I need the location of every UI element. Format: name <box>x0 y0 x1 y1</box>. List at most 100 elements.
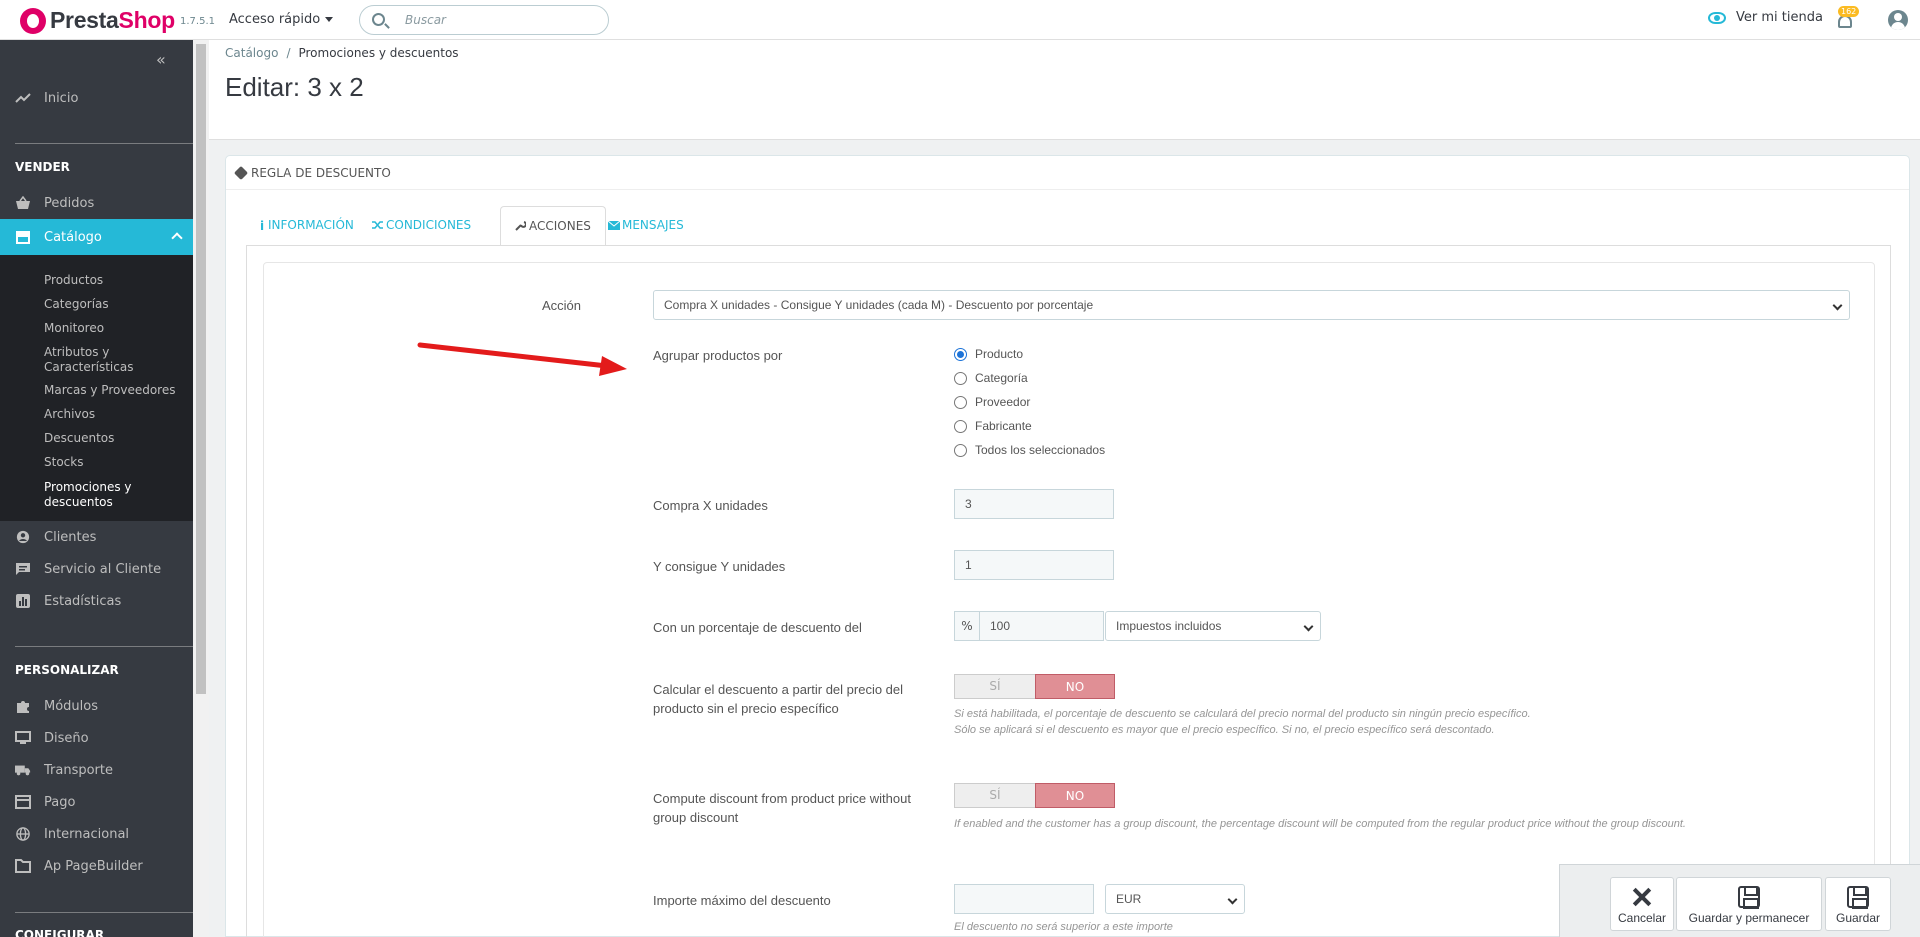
group-discount-toggle[interactable]: SÍ NO <box>954 783 1115 808</box>
radio-option-manufacturer[interactable]: Fabricante <box>954 419 1032 433</box>
submenu-item-stocks[interactable]: Stocks <box>44 455 184 470</box>
action-select-value: Compra X unidades - Consigue Y unidades … <box>664 298 1094 312</box>
radio-label: Fabricante <box>975 419 1032 433</box>
radio-option-all-selected[interactable]: Todos los seleccionados <box>954 443 1105 457</box>
divider <box>15 143 193 144</box>
get-y-label: Y consigue Y unidades <box>653 559 786 574</box>
sidebar-item-label: Pedidos <box>44 195 95 211</box>
submenu-item-files[interactable]: Archivos <box>44 407 184 422</box>
panel-heading: REGLA DE DESCUENTO <box>226 156 1909 190</box>
group-discount-label-line2: group discount <box>653 810 739 825</box>
calc-help-text: Si está habilitada, el porcentaje de des… <box>954 706 1531 738</box>
divider <box>15 646 193 647</box>
tab-conditions[interactable]: CONDICIONES <box>358 206 485 246</box>
group-by-label: Agrupar productos por <box>653 348 783 363</box>
sidebar-item-stats[interactable]: Estadísticas <box>0 585 193 617</box>
breadcrumb: Catálogo / Promociones y descuentos <box>225 46 459 60</box>
quick-access-dropdown[interactable]: Acceso rápido <box>229 12 333 27</box>
cancel-button-label: Cancelar <box>1617 911 1667 925</box>
percent-input[interactable]: 100 <box>979 611 1104 641</box>
submenu-item-attributes[interactable]: Atributos y Características <box>44 345 144 375</box>
sidebar-item-label: Ap PageBuilder <box>44 858 143 874</box>
submenu-item-monitoring[interactable]: Monitoreo <box>44 321 184 336</box>
sidebar-item-shipping[interactable]: Transporte <box>0 754 193 786</box>
breadcrumb-catalog[interactable]: Catálogo <box>225 46 278 60</box>
sidebar-item-customer-service[interactable]: Servicio al Cliente <box>0 553 193 585</box>
basket-icon <box>15 195 31 210</box>
radio-option-category[interactable]: Categoría <box>954 371 1028 385</box>
search-input[interactable]: Buscar <box>359 5 609 35</box>
sidebar-item-payment[interactable]: Pago <box>0 786 193 818</box>
calc-toggle[interactable]: SÍ NO <box>954 674 1115 699</box>
tag-icon <box>233 165 249 181</box>
prestashop-logo-icon <box>20 7 46 34</box>
sidebar-item-label: Transporte <box>44 762 113 778</box>
credit-card-icon <box>15 795 31 809</box>
get-y-input[interactable]: 1 <box>954 550 1114 580</box>
sidebar-item-label: Diseño <box>44 730 89 746</box>
tab-messages[interactable]: MENSAJES <box>594 206 698 246</box>
radio-button[interactable] <box>954 419 967 433</box>
buy-x-input[interactable]: 3 <box>954 489 1114 519</box>
percent-addon: % <box>954 611 980 641</box>
trending-icon <box>15 91 31 105</box>
sidebar-item-international[interactable]: Internacional <box>0 818 193 850</box>
toggle-yes[interactable]: SÍ <box>955 784 1035 807</box>
tax-select[interactable]: Impuestos incluidos <box>1105 611 1321 641</box>
toggle-no[interactable]: NO <box>1035 783 1115 808</box>
submenu-item-discounts[interactable]: Descuentos <box>44 431 184 446</box>
save-and-stay-button[interactable]: Guardar y permanecer <box>1676 877 1822 931</box>
submenu-item-promotions[interactable]: Promociones y descuentos <box>44 480 144 510</box>
submenu-item-products[interactable]: Productos <box>44 273 184 288</box>
group-discount-label: Compute discount from product price with… <box>653 789 911 827</box>
save-button[interactable]: Guardar <box>1825 877 1891 931</box>
sidebar-item-pagebuilder[interactable]: Ap PageBuilder <box>0 850 193 882</box>
calc-help-line2: Sólo se aplicará si el descuento es mayo… <box>954 724 1495 736</box>
sidebar-item-label: Clientes <box>44 529 97 545</box>
toggle-no[interactable]: NO <box>1035 674 1115 699</box>
radio-button[interactable] <box>954 395 967 409</box>
sidebar-item-orders[interactable]: Pedidos <box>0 187 193 219</box>
sidebar-item-catalog[interactable]: Catálogo <box>0 219 193 255</box>
currency-select[interactable]: EUR <box>1105 884 1245 914</box>
view-shop-label: Ver mi tienda <box>1736 10 1823 25</box>
notifications-button[interactable]: 162 <box>1836 6 1860 30</box>
submenu-item-brands[interactable]: Marcas y Proveedores <box>44 383 193 398</box>
tab-label: MENSAJES <box>622 218 684 232</box>
folder-icon <box>15 859 31 873</box>
sidebar-item-home[interactable]: Inicio <box>0 82 193 114</box>
tab-label: CONDICIONES <box>386 218 472 232</box>
sidebar-item-modules[interactable]: Módulos <box>0 690 193 722</box>
wrench-icon <box>515 220 527 231</box>
radio-button[interactable] <box>954 371 967 385</box>
tab-information[interactable]: i INFORMACIÓN <box>246 206 368 246</box>
submenu-item-categories[interactable]: Categorías <box>44 297 184 312</box>
prestashop-logo[interactable]: PrestaShop <box>20 7 175 34</box>
radio-button[interactable] <box>954 347 967 361</box>
logo-text-part1: Presta <box>50 7 119 33</box>
page-header: Catálogo / Promociones y descuentos Editar… <box>209 40 1920 140</box>
view-shop-link[interactable]: Ver mi tienda <box>1708 10 1823 25</box>
logo-text-part2: Shop <box>118 7 176 33</box>
tab-actions[interactable]: ACCIONES <box>500 206 606 246</box>
toggle-yes[interactable]: SÍ <box>955 675 1035 698</box>
sidebar-item-customers[interactable]: Clientes <box>0 521 193 553</box>
radio-button[interactable] <box>954 443 967 457</box>
sidebar-item-design[interactable]: Diseño <box>0 722 193 754</box>
sidebar-item-label: Inicio <box>44 90 79 106</box>
save-icon <box>1738 886 1760 909</box>
sidebar-scrollbar-thumb[interactable] <box>196 44 206 694</box>
cancel-button[interactable]: Cancelar <box>1610 877 1674 931</box>
max-amount-input[interactable] <box>954 884 1094 914</box>
action-select[interactable]: Compra X unidades - Consigue Y unidades … <box>653 290 1850 320</box>
radio-label: Producto <box>975 347 1024 361</box>
account-circle-icon <box>15 530 31 544</box>
currency-select-value: EUR <box>1116 892 1142 906</box>
user-account-icon[interactable] <box>1888 10 1908 30</box>
collapse-sidebar-icon[interactable]: « <box>156 50 166 69</box>
radio-option-supplier[interactable]: Proveedor <box>954 395 1030 409</box>
search-placeholder: Buscar <box>405 13 446 27</box>
section-sell: VENDER <box>15 160 70 174</box>
radio-option-product[interactable]: Producto <box>954 347 1023 361</box>
sidebar-item-label: Estadísticas <box>44 593 122 609</box>
